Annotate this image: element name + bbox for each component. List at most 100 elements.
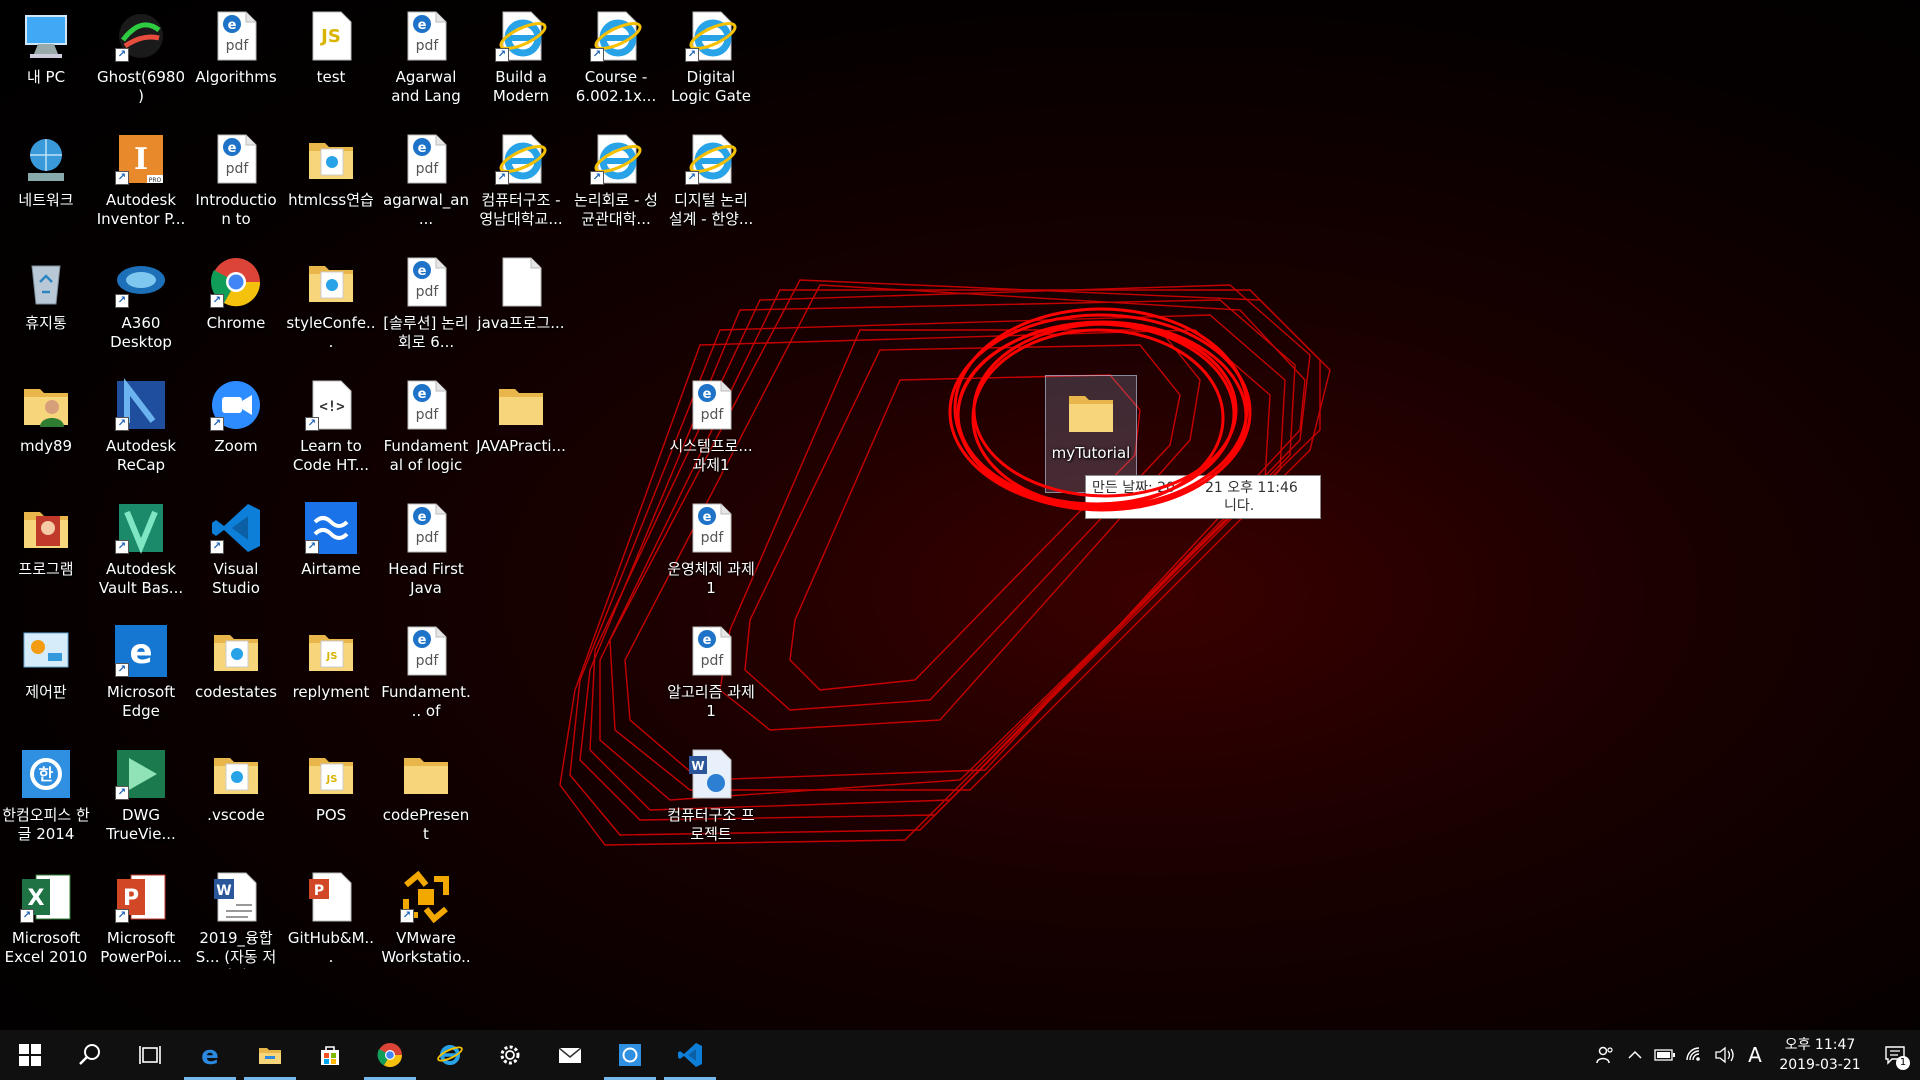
taskbar-file-explorer[interactable] (240, 1030, 300, 1080)
desktop-icon[interactable]: 휴지통 (0, 246, 92, 364)
desktop-icon[interactable]: P GitHub&M... (285, 861, 377, 979)
svg-text:pdf: pdf (701, 530, 725, 546)
desktop-icon[interactable]: P ↗ Microsoft PowerPoi... (95, 861, 187, 979)
desktop-icon[interactable]: e pdf [솔루션] 논리회로 6... (380, 246, 472, 364)
desktop[interactable]: 내 PC ↗ Ghost(6980) e pdf Algorithms JS test e pdf… (0, 0, 1920, 1030)
desktop-icon[interactable]: ↗ DWG TrueVie... (95, 738, 187, 856)
autodesk-vault-icon: ↗ (113, 500, 169, 556)
desktop-icon[interactable]: ↗ Course - 6.002.1x... (570, 0, 662, 118)
desktop-icon[interactable]: ↗ Autodesk ReCap 2016 (95, 369, 187, 487)
taskbar-hancom[interactable] (600, 1030, 660, 1080)
recycle-bin-icon (18, 254, 74, 310)
desktop-icon[interactable]: ↗ Zoom (190, 369, 282, 487)
desktop-icon[interactable]: ↗ 논리회로 - 성균관대학... (570, 123, 662, 241)
desktop-icon[interactable]: JS test (285, 0, 377, 118)
ghost-app-icon: ↗ (113, 8, 169, 64)
desktop-icon[interactable]: ↗ Ghost(6980) (95, 0, 187, 118)
svg-text:pdf: pdf (416, 407, 440, 423)
desktop-icon[interactable]: JS POS (285, 738, 377, 856)
svg-text:e: e (418, 633, 427, 648)
desktop-icon[interactable]: htmlcss연습 (285, 123, 377, 241)
desktop-icon[interactable]: ↗ 디지털 논리 설계 - 한양... (665, 123, 757, 241)
desktop-icon[interactable]: e pdf Fundamental of logic des... (380, 369, 472, 487)
file-explorer-icon (256, 1041, 284, 1069)
taskbar-settings[interactable] (480, 1030, 540, 1080)
show-hidden-icons-chevron-icon[interactable] (1620, 1030, 1650, 1080)
clock[interactable]: 오후 11:47 2019-03-21 (1770, 1035, 1870, 1075)
svg-text:pdf: pdf (226, 161, 250, 177)
taskbar-chrome[interactable] (360, 1030, 420, 1080)
desktop-icon[interactable]: e pdf Agarwal and Lang (2005... (380, 0, 472, 118)
vmware-icon: ↗ (398, 869, 454, 925)
taskbar-vscode[interactable] (660, 1030, 720, 1080)
desktop-icon[interactable]: codestates (190, 615, 282, 733)
desktop-icon-label: 시스템프로... 과제1 (669, 437, 753, 474)
search-button[interactable] (60, 1030, 120, 1080)
desktop-icon[interactable]: java프로그... (475, 246, 567, 364)
pdf-file-icon: e pdf (208, 8, 264, 64)
desktop-icon[interactable]: e pdf 알고리즘 과제1 (665, 615, 757, 733)
folder-icon (493, 377, 549, 433)
desktop-icon[interactable]: ↗ Build a Modern Co... (475, 0, 567, 118)
desktop-icon[interactable]: ↗ A360 Desktop (95, 246, 187, 364)
desktop-icon[interactable]: ↗ Autodesk Vault Bas... (95, 492, 187, 610)
desktop-icon[interactable]: W 2019_융합S... (자동 저장됨) (190, 861, 282, 979)
action-center-button[interactable]: 1 (1870, 1030, 1920, 1080)
desktop-icon[interactable]: mdy89 (0, 369, 92, 487)
desktop-icon-label: Ghost(6980) (96, 68, 186, 105)
taskbar-store[interactable] (300, 1030, 360, 1080)
desktop-icon[interactable]: e pdf Introduction to Algorith... (190, 123, 282, 241)
desktop-icon[interactable]: ↗ 컴퓨터구조 - 영남대학교... (475, 123, 567, 241)
desktop-icon[interactable]: 프로그램 (0, 492, 92, 610)
task-view-button[interactable] (120, 1030, 180, 1080)
notification-count: 1 (1896, 1056, 1910, 1070)
start-button[interactable] (0, 1030, 60, 1080)
desktop-icon[interactable]: e pdf Fundament... of Databas... (380, 615, 472, 733)
desktop-icon[interactable]: ↗ Chrome (190, 246, 282, 364)
edge-icon: e ↗ (113, 623, 169, 679)
desktop-icon-label: Agarwal and Lang (2005... (391, 68, 461, 108)
desktop-icon[interactable]: e pdf Algorithms (190, 0, 282, 118)
shortcut-arrow-icon: ↗ (115, 786, 129, 800)
battery-icon[interactable] (1650, 1030, 1680, 1080)
desktop-icon[interactable]: codePresent (380, 738, 472, 856)
wifi-icon[interactable] (1680, 1030, 1710, 1080)
desktop-icon[interactable]: I PRO ↗ Autodesk Inventor P... (95, 123, 187, 241)
taskbar-mail[interactable] (540, 1030, 600, 1080)
desktop-icon[interactable]: e pdf 운영체제 과제1 (665, 492, 757, 610)
desktop-icon[interactable]: W 컴퓨터구조 프로젝트 (665, 738, 757, 856)
desktop-icon-label: Head First Java (388, 560, 464, 597)
desktop-icon[interactable]: 내 PC (0, 0, 92, 118)
svg-text:P: P (123, 886, 139, 911)
desktop-icon[interactable]: JS replyment (285, 615, 377, 733)
desktop-icon-label: Autodesk Vault Bas... (98, 560, 184, 597)
desktop-icon[interactable]: 제어판 (0, 615, 92, 733)
pdf-file-icon: e pdf (683, 500, 739, 556)
user-folder-icon (18, 377, 74, 433)
desktop-icon[interactable]: e ↗ Microsoft Edge (95, 615, 187, 733)
desktop-icon[interactable]: JAVAPracti... (475, 369, 567, 487)
desktop-icon[interactable]: ↗ VMware Workstatio... (380, 861, 472, 979)
desktop-icon[interactable]: <!> ↗ Learn to Code HT... (285, 369, 377, 487)
desktop-icon[interactable]: ↗ Visual Studio Code (190, 492, 282, 610)
taskbar-ie[interactable] (420, 1030, 480, 1080)
ime-indicator[interactable]: A (1740, 1030, 1770, 1080)
shortcut-arrow-icon: ↗ (400, 909, 414, 923)
desktop-icon[interactable]: styleConfe... (285, 246, 377, 364)
desktop-icon[interactable]: ↗ Airtame (285, 492, 377, 610)
desktop-icon[interactable]: 한 한컴오피스 한글 2014 (0, 738, 92, 856)
desktop-icon[interactable]: .vscode (190, 738, 282, 856)
this-pc-icon (18, 8, 74, 64)
folder-icon: JS (303, 746, 359, 802)
taskbar-edge[interactable]: e (180, 1030, 240, 1080)
people-icon[interactable] (1590, 1030, 1620, 1080)
volume-icon[interactable] (1710, 1030, 1740, 1080)
desktop-icon[interactable]: ↗ Digital Logic Gate Tutori... (665, 0, 757, 118)
desktop-icon[interactable]: X ↗ Microsoft Excel 2010 (0, 861, 92, 979)
svg-text:pdf: pdf (416, 284, 440, 300)
desktop-icon[interactable]: e pdf Head First Java (380, 492, 472, 610)
desktop-icon[interactable]: 네트워크 (0, 123, 92, 241)
desktop-icon[interactable]: e pdf 시스템프로... 과제1 (665, 369, 757, 487)
desktop-icon[interactable]: e pdf agarwal_an... (380, 123, 472, 241)
desktop-icon-label: DWG TrueVie... (106, 806, 176, 843)
